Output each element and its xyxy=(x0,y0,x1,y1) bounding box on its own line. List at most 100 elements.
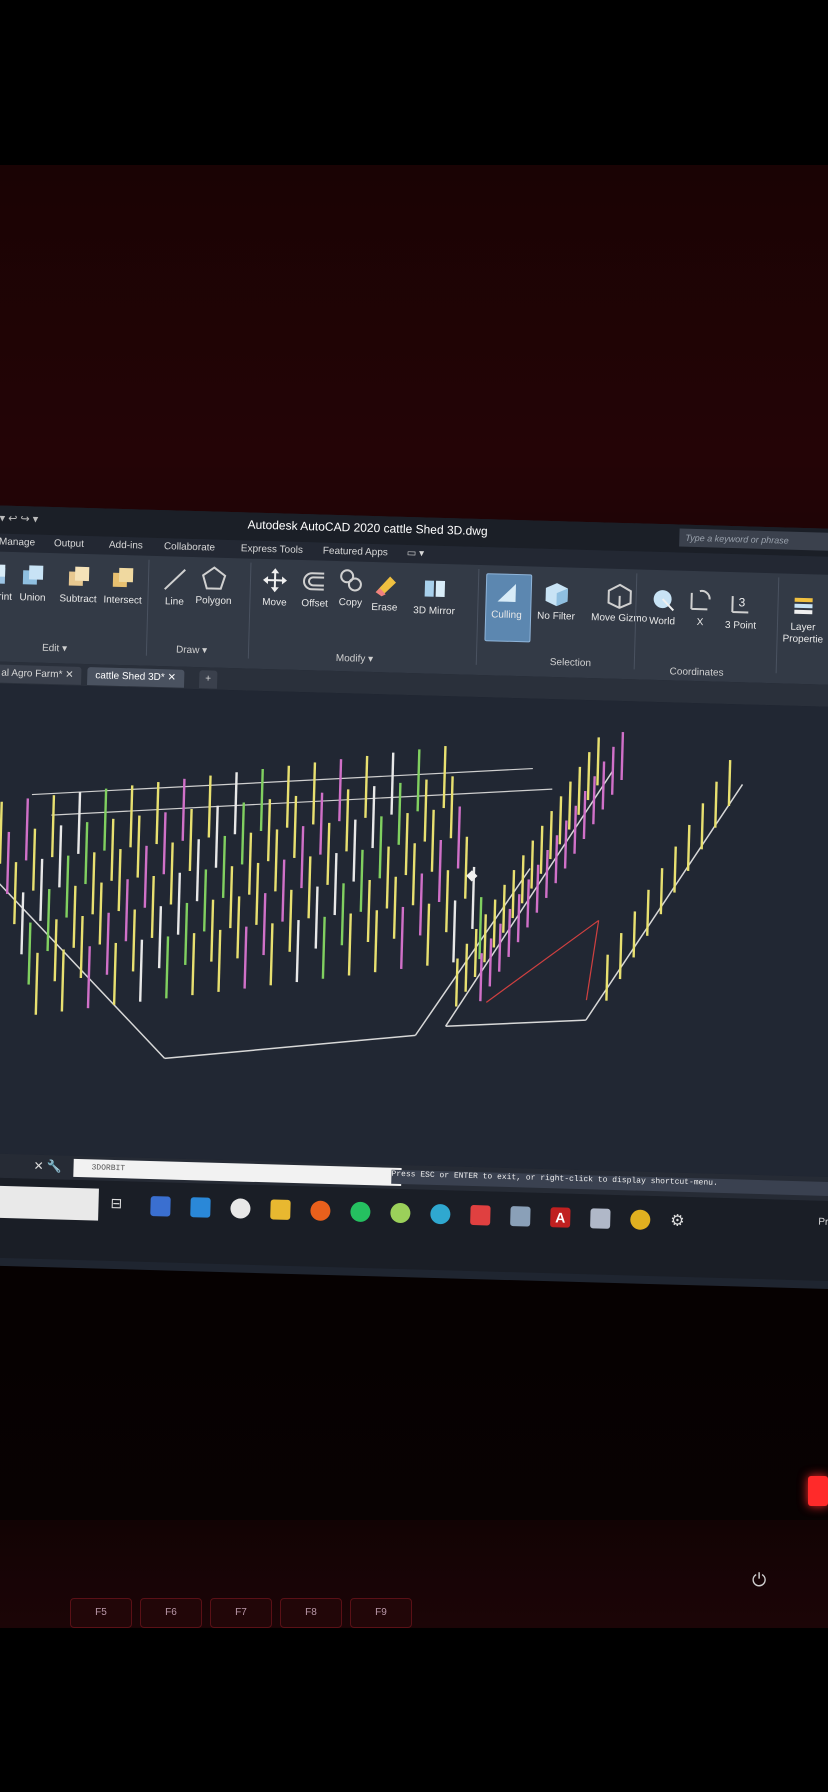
offset-icon xyxy=(303,572,325,591)
tab-output[interactable]: Output xyxy=(54,538,84,550)
browser-icon[interactable] xyxy=(230,1198,251,1219)
app-icon[interactable] xyxy=(590,1208,611,1229)
column-post xyxy=(34,952,39,1015)
column-post xyxy=(233,772,238,835)
column-post xyxy=(549,811,553,860)
tab-express-tools[interactable]: Express Tools xyxy=(241,543,303,556)
search-input[interactable]: Type a keyword or phrase xyxy=(679,528,828,553)
column-post xyxy=(98,882,103,945)
layer-properties-button[interactable]: Layer Properties xyxy=(782,591,824,646)
column-post xyxy=(255,862,260,925)
panel-separator xyxy=(475,568,480,665)
column-post xyxy=(165,936,170,999)
column-post xyxy=(454,958,459,1007)
coordinates-panel-label[interactable]: Coordinates xyxy=(669,666,723,679)
mail-icon[interactable] xyxy=(190,1197,211,1218)
union-button[interactable]: Union xyxy=(19,562,46,604)
column-post xyxy=(727,760,732,807)
column-post xyxy=(24,798,30,861)
firefox-icon[interactable] xyxy=(310,1200,331,1222)
column-post xyxy=(117,849,122,912)
black-bar-bottom xyxy=(0,1628,828,1792)
copy-label: Copy xyxy=(338,597,363,609)
column-post xyxy=(221,835,227,898)
column-post xyxy=(601,761,606,810)
column-post xyxy=(539,825,544,874)
offset-button[interactable]: Offset xyxy=(301,568,329,610)
new-tab-plus-icon[interactable]: + xyxy=(198,670,218,689)
ribbon-toggle-icon[interactable]: ▭ ▾ xyxy=(407,548,425,559)
edit-panel-label[interactable]: Edit ▾ xyxy=(42,643,67,655)
doc-tab-agro-farm[interactable]: al Agro Farm* ✕ xyxy=(0,664,82,685)
column-post xyxy=(567,781,572,830)
window-title: Autodesk AutoCAD 2020 cattle Shed 3D.dwg xyxy=(247,517,488,539)
folder-icon[interactable] xyxy=(270,1199,291,1220)
command-close-icon[interactable]: ✕ 🔧 xyxy=(33,1159,62,1174)
culling-button[interactable]: Culling xyxy=(491,579,523,621)
move-gizmo-button[interactable]: Move Gizmo xyxy=(591,582,648,625)
autocad-icon[interactable]: A xyxy=(550,1207,571,1228)
task-view-icon[interactable]: ⊟ xyxy=(110,1195,131,1216)
selection-panel-label[interactable]: Selection xyxy=(550,657,591,669)
column-post xyxy=(269,923,274,986)
store-icon[interactable] xyxy=(150,1196,171,1217)
orbit-cursor-icon xyxy=(466,870,478,882)
3-point-button[interactable]: 3 3 Point xyxy=(725,590,757,632)
no-filter-button[interactable]: No Filter xyxy=(537,581,576,623)
column-post xyxy=(103,788,108,851)
column-post xyxy=(618,933,623,980)
column-post xyxy=(136,815,141,878)
svg-text:3: 3 xyxy=(738,595,745,609)
column-post xyxy=(243,926,248,989)
whatsapp-icon[interactable] xyxy=(350,1201,371,1223)
modify-panel-label[interactable]: Modify ▾ xyxy=(336,653,374,665)
column-post xyxy=(430,809,435,872)
cattle-shed-3d-model[interactable] xyxy=(0,683,828,1178)
tab-collaborate[interactable]: Collaborate xyxy=(164,541,215,553)
settings-gear-icon[interactable]: ⚙ xyxy=(670,1211,691,1232)
line-button[interactable]: Line xyxy=(161,566,188,608)
column-post xyxy=(0,801,3,864)
column-post xyxy=(262,893,267,956)
tab-add-ins[interactable]: Add-ins xyxy=(109,540,143,552)
copy-button[interactable]: Copy xyxy=(337,567,364,609)
column-post xyxy=(288,889,293,952)
intersect-button[interactable]: Intersect xyxy=(103,564,142,607)
column-post xyxy=(86,946,91,1009)
imprint-icon xyxy=(0,564,6,584)
drawing-viewport[interactable] xyxy=(0,682,828,1178)
column-post xyxy=(72,885,77,948)
subtract-icon xyxy=(68,566,89,586)
3d-mirror-button[interactable]: 3D Mirror xyxy=(413,575,456,617)
column-post xyxy=(478,897,483,960)
doc-tab-cattle-shed[interactable]: cattle Shed 3D* ✕ xyxy=(87,667,185,688)
move-button[interactable]: Move xyxy=(261,567,288,609)
column-post xyxy=(545,849,549,898)
column-post xyxy=(91,852,96,915)
edge-icon[interactable] xyxy=(430,1203,451,1225)
draw-panel-label[interactable]: Draw ▾ xyxy=(176,645,207,657)
imprint-button[interactable]: Imprint xyxy=(0,561,13,603)
world-button[interactable]: World xyxy=(649,586,676,628)
column-post xyxy=(700,803,705,850)
floor-outline xyxy=(445,1019,586,1027)
app-icon[interactable] xyxy=(510,1206,531,1227)
quick-access-toolbar[interactable]: ▾ ↩ ↪ ▾ xyxy=(0,512,38,526)
close-icon[interactable]: ✕ xyxy=(167,672,176,683)
column-post xyxy=(39,858,44,921)
tab-manage[interactable]: Manage xyxy=(0,537,35,549)
subtract-button[interactable]: Subtract xyxy=(59,563,97,605)
chrome-icon[interactable] xyxy=(630,1209,651,1230)
mirror-icon xyxy=(424,580,445,598)
column-post xyxy=(577,766,582,815)
column-post xyxy=(340,883,345,946)
ucs-x-button[interactable]: X xyxy=(687,587,714,629)
app-icon[interactable] xyxy=(470,1204,491,1226)
app-icon[interactable] xyxy=(390,1202,411,1224)
taskbar-search-box[interactable] xyxy=(0,1184,99,1221)
polygon-button[interactable]: Polygon xyxy=(195,565,232,607)
column-post xyxy=(131,909,136,972)
tab-featured-apps[interactable]: Featured Apps xyxy=(323,546,388,559)
erase-button[interactable]: Erase xyxy=(371,572,398,614)
close-icon[interactable]: ✕ xyxy=(65,669,74,680)
